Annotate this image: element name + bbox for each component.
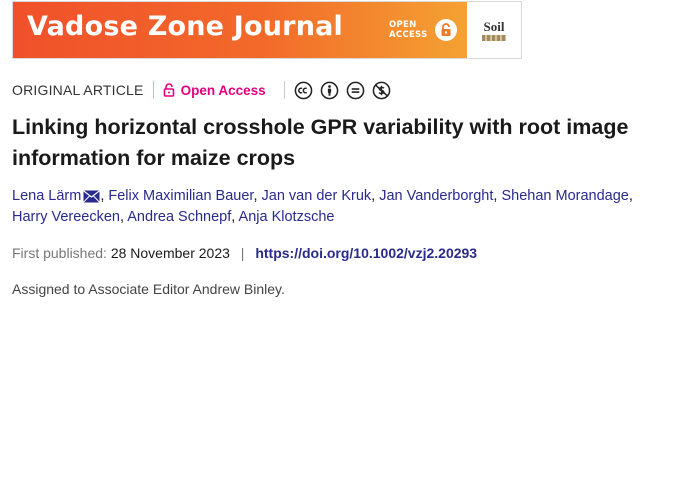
author-link[interactable]: Lena Lärm [12,188,81,204]
society-logo-text: Soil [483,18,505,34]
no-derivatives-icon[interactable] [346,81,365,100]
author-link[interactable]: Jan van der Kruk [262,188,372,204]
author-separator: , [371,188,380,204]
attribution-icon[interactable] [320,81,339,100]
author-separator: , [253,188,262,204]
open-access-badge: OPEN ACCESS [389,19,457,41]
license-icons[interactable] [294,81,391,100]
creative-commons-icon[interactable] [294,81,313,100]
envelope-icon[interactable] [83,190,101,203]
open-access-label: Open Access [180,82,266,98]
author-link[interactable]: Andrea Schnepf [127,209,231,225]
open-lock-icon [434,19,457,41]
open-access-badge-line2: ACCESS [389,30,428,40]
author-separator: , [628,188,633,204]
society-logo-mark [482,34,506,41]
editor-note: Assigned to Associate Editor Andrew Binl… [12,281,285,297]
doi-link[interactable]: https://doi.org/10.1002/vzj2.20293 [255,245,477,261]
first-published-label: First published: [12,245,107,261]
society-logo[interactable]: Soil [467,2,521,58]
divider [152,81,154,99]
open-access-badge-text: OPEN ACCESS [389,20,428,40]
journal-banner[interactable]: Vadose Zone Journal OPEN ACCESS Soil [12,1,522,59]
author-list: Lena Lärm , Felix Maximilian Bauer, Jan … [12,186,692,228]
article-title: Linking horizontal crosshole GPR variabi… [12,115,629,170]
divider: | [240,245,245,261]
article-type: ORIGINAL ARTICLE [12,82,144,98]
open-access-badge-line1: OPEN [389,20,417,30]
journal-banner-main: Vadose Zone Journal OPEN ACCESS [13,2,467,58]
author-link[interactable]: Felix Maximilian Bauer [108,188,253,204]
non-commercial-icon[interactable] [372,81,391,100]
divider [283,81,285,99]
publication-date: 28 November 2023 [110,245,230,261]
open-access-link[interactable]: Open Access [163,83,266,98]
author-link[interactable]: Shehan Morandage [501,188,628,204]
open-lock-icon [163,83,174,97]
journal-title: Vadose Zone Journal [27,11,343,42]
author-link[interactable]: Jan Vanderborght [379,188,493,204]
author-link[interactable]: Harry Vereecken [12,209,120,225]
author-link[interactable]: Anja Klotzsche [239,209,335,225]
publication-info: First published: 28 November 2023 | http… [12,243,477,263]
article-meta-row: ORIGINAL ARTICLE Open Access [12,80,391,100]
author-separator: , [231,209,239,225]
